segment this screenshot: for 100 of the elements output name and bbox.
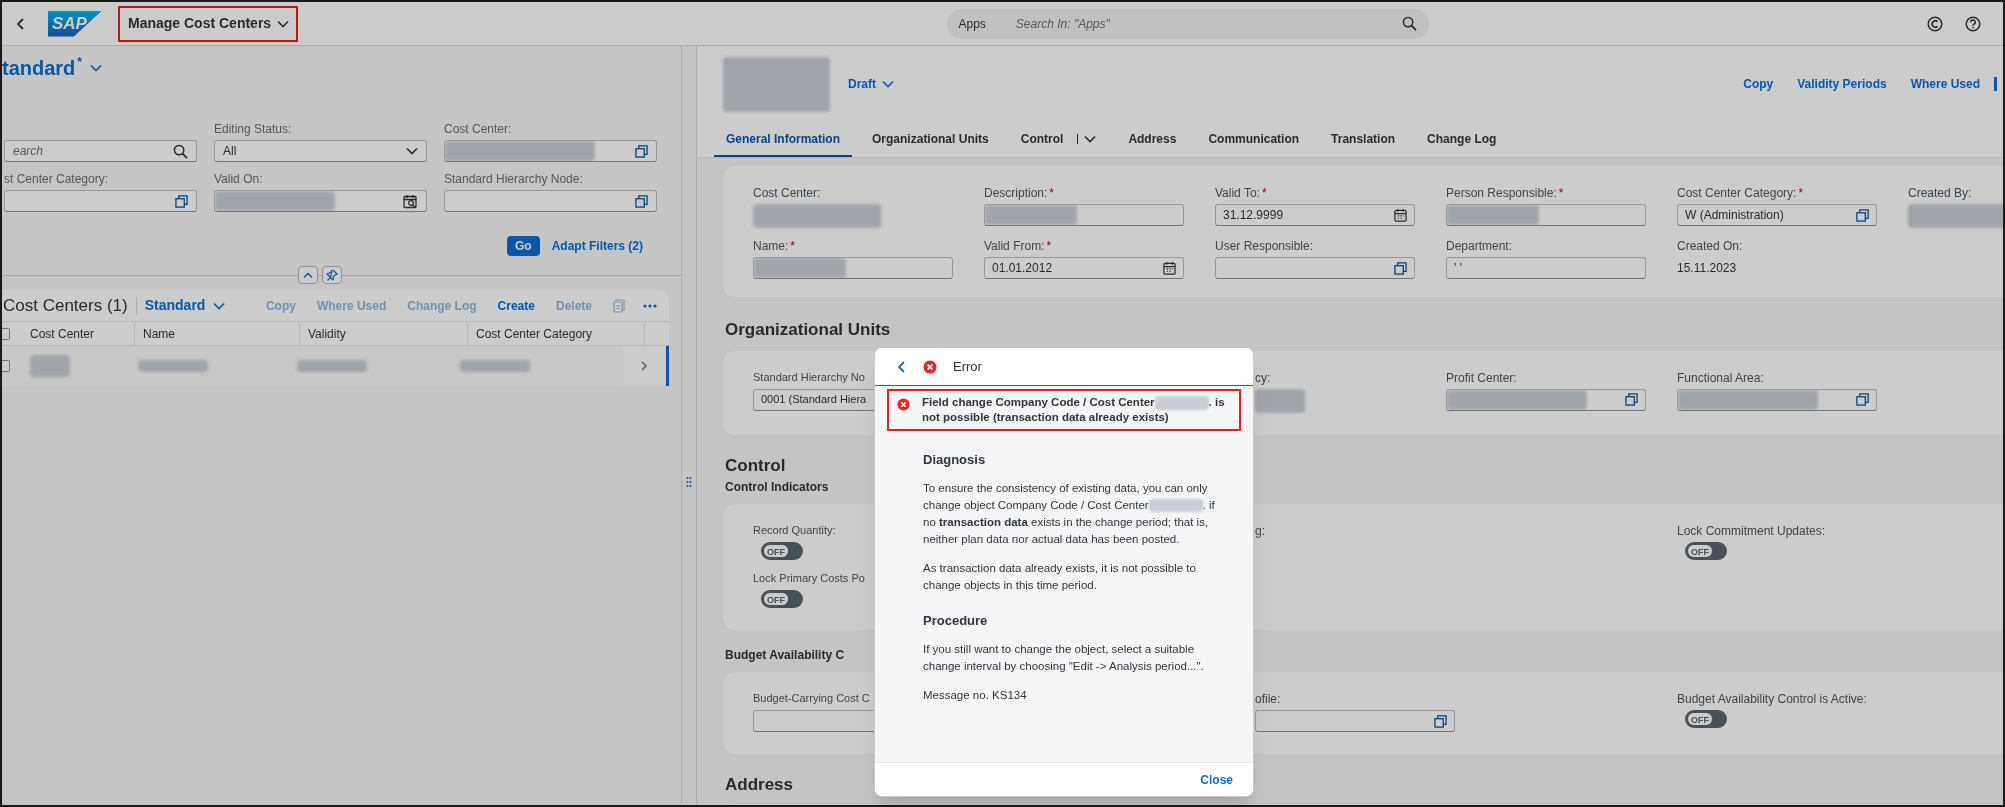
field-label: Department:	[1446, 238, 1513, 252]
header-action[interactable]: Copy	[1743, 75, 1774, 93]
dialog-heading: Procedure	[923, 612, 988, 629]
value-help-icon[interactable]	[175, 194, 188, 208]
tab[interactable]: Control	[1008, 123, 1109, 157]
input-field[interactable]	[444, 140, 657, 162]
input-field[interactable]	[1446, 204, 1646, 226]
pin-icon	[326, 269, 338, 281]
field-label: Cost Center:	[753, 185, 821, 199]
table-variant-selector[interactable]: Standard	[144, 295, 226, 316]
filter-label: Valid On:	[214, 171, 263, 185]
input-field[interactable]	[1446, 388, 1646, 411]
search-icon[interactable]	[173, 143, 188, 159]
tab-menu-icon	[1084, 135, 1097, 143]
field-label: Profit Center:	[1446, 369, 1517, 384]
go-button[interactable]: Go	[507, 236, 540, 256]
input-field[interactable]	[1677, 388, 1877, 411]
filter-label: Cost Center:	[444, 121, 512, 135]
tab[interactable]: General Information	[714, 123, 853, 157]
toggle-switch[interactable]: OFF	[1685, 710, 1727, 728]
value-help-icon[interactable]	[1394, 261, 1407, 275]
field-label: Name: *	[753, 238, 795, 252]
value-help-icon[interactable]	[635, 194, 648, 208]
toolbar-button[interactable]: Create	[497, 296, 535, 315]
toggle-switch[interactable]: OFF	[1685, 542, 1727, 560]
more-icon[interactable]	[643, 303, 657, 308]
header-action[interactable]: Where Used	[1910, 75, 1980, 93]
redacted-block	[459, 360, 530, 372]
dialog-paragraph: If you still want to change the object, select a suitable change interval by choosing "Edit -> Analysis period...".	[923, 642, 1205, 674]
field-label: User Responsible:	[1215, 238, 1314, 252]
field-label: Budget Availability Control is Active:	[1677, 691, 1867, 705]
input-field[interactable]	[1255, 710, 1455, 732]
chevron-down-icon	[882, 80, 894, 88]
chevron-right-icon	[641, 361, 648, 371]
select-field[interactable]: All	[214, 140, 427, 162]
dialog-paragraph: As transaction data already exists, it is not possible to change objects in this time period.	[923, 561, 1197, 593]
select-value: All	[223, 143, 237, 160]
calendar-icon[interactable]	[1394, 208, 1407, 222]
field-label: Valid To: *	[1215, 185, 1267, 199]
input-field[interactable]: 31.12.9999	[1215, 204, 1415, 226]
input-field[interactable]: W (Administration)	[1677, 204, 1877, 226]
app-title-menu[interactable]: Manage Cost Centers	[128, 13, 290, 34]
variant-selector[interactable]: tandard*	[2, 53, 102, 83]
value-help-icon[interactable]	[1625, 393, 1638, 406]
tab[interactable]: Organizational Units	[860, 123, 1001, 157]
value-help-icon[interactable]	[1434, 714, 1447, 728]
input-field[interactable]	[214, 190, 427, 212]
help-icon[interactable]	[1965, 15, 1981, 32]
row-navigation[interactable]	[622, 346, 669, 386]
field-label: Cost Center Category: *	[1677, 185, 1804, 199]
dialog-paragraph: Message no. KS134	[923, 688, 1027, 703]
pin-header-button[interactable]	[322, 266, 342, 284]
checkbox[interactable]	[2, 327, 10, 340]
c-circle-icon[interactable]	[1927, 15, 1943, 32]
splitter-grip-icon[interactable]	[686, 475, 692, 488]
toggle-switch[interactable]: OFF	[761, 542, 803, 560]
redacted-block	[29, 355, 70, 377]
filter-label: st Center Category:	[4, 171, 109, 185]
tab[interactable]: Address	[1116, 123, 1189, 157]
tab[interactable]: Communication	[1196, 123, 1312, 157]
column-header: Cost Center Category	[467, 322, 644, 345]
input-field[interactable]	[4, 190, 197, 212]
input-field[interactable]: earch	[4, 140, 197, 162]
sap-logo[interactable]: SAP	[48, 10, 102, 37]
back-icon[interactable]	[16, 16, 26, 31]
search-icon[interactable]	[1401, 16, 1417, 31]
search-scope[interactable]: Apps	[958, 14, 986, 33]
tab[interactable]: Translation	[1319, 123, 1408, 157]
redacted-block	[138, 360, 209, 372]
column-header: Validity	[299, 322, 467, 345]
input-field[interactable]	[753, 257, 953, 279]
input-field[interactable]	[1215, 257, 1415, 279]
input-field[interactable]	[444, 190, 657, 212]
dialog-heading: Diagnosis	[923, 451, 986, 468]
adapt-filters-link[interactable]: Adapt Filters (2)	[551, 237, 643, 255]
dialog-title: Error	[953, 357, 982, 376]
subsection-title: Control Indicators	[725, 479, 829, 496]
draft-status-menu[interactable]: Draft	[848, 75, 894, 93]
header-action[interactable]: Validity Periods	[1797, 75, 1887, 93]
input-field[interactable]: 01.01.2012	[984, 257, 1184, 279]
input-field[interactable]: ' '	[1446, 257, 1646, 279]
tab[interactable]: Change Log	[1415, 123, 1509, 157]
back-icon[interactable]	[897, 359, 907, 374]
value-help-icon[interactable]	[635, 144, 648, 158]
calendar-search-icon[interactable]	[403, 193, 418, 209]
close-button[interactable]: Close	[1200, 770, 1233, 789]
search-placeholder: Search In: "Apps"	[1015, 15, 1110, 33]
checkbox[interactable]	[2, 360, 10, 372]
calendar-icon[interactable]	[1163, 261, 1176, 275]
section-title: Organizational Units	[725, 319, 891, 341]
filter-label: Editing Status:	[214, 121, 292, 135]
search-field[interactable]: Apps Search In: "Apps"	[946, 8, 1429, 39]
error-icon	[923, 359, 937, 374]
value-help-icon[interactable]	[1856, 208, 1869, 222]
collapse-header-button[interactable]	[298, 266, 318, 284]
section-title: Control	[725, 454, 786, 477]
value-help-icon[interactable]	[1856, 393, 1869, 406]
input-field[interactable]	[984, 204, 1184, 226]
chevron-down-icon	[277, 19, 290, 28]
toggle-switch[interactable]: OFF	[761, 590, 803, 608]
